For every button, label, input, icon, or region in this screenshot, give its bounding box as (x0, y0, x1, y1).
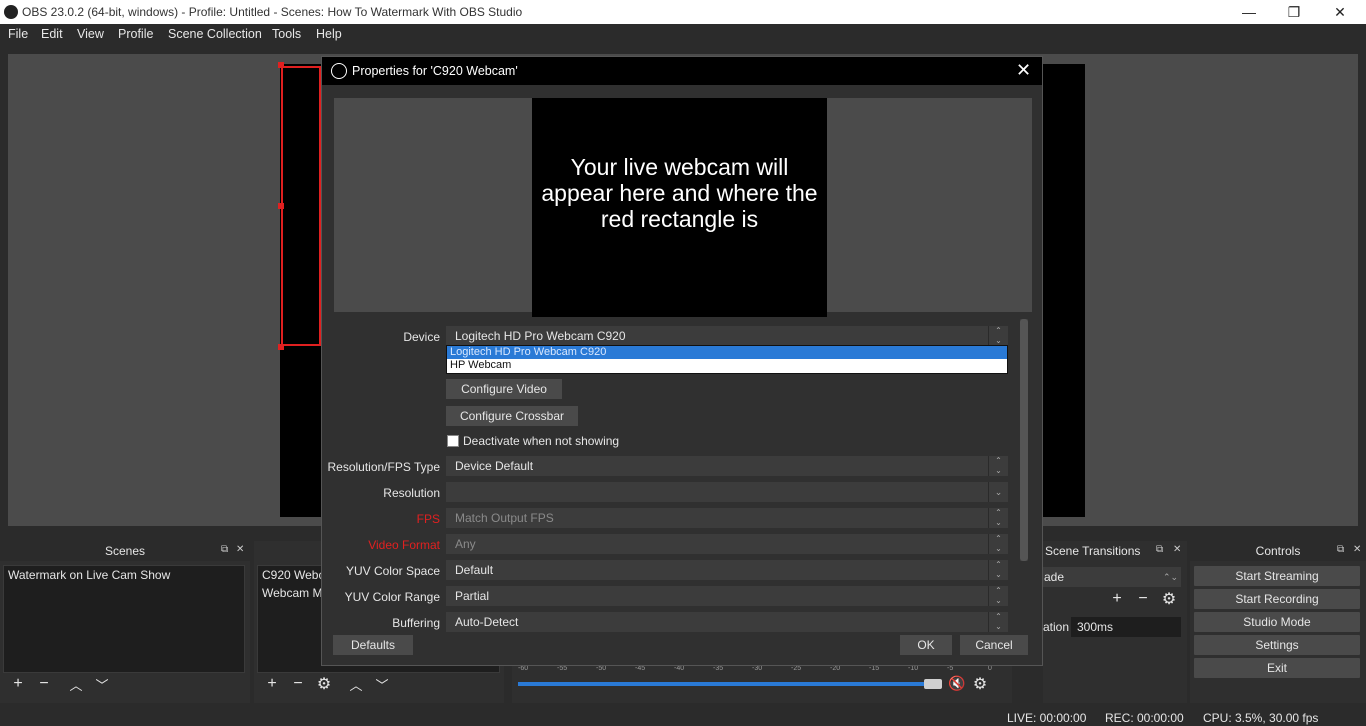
window-title: OBS 23.0.2 (64-bit, windows) - Profile: … (22, 5, 523, 19)
yuv-color-range-label: YUV Color Range (344, 590, 440, 604)
close-button[interactable]: ✕ (1317, 0, 1363, 24)
menu-view[interactable]: View (77, 27, 104, 41)
gear-icon[interactable]: ⚙ (314, 674, 334, 694)
resolution-select[interactable]: ⌄ (446, 482, 1008, 502)
scenes-dock-title: Scenes (0, 541, 250, 561)
cancel-button[interactable]: Cancel (960, 635, 1028, 655)
live-status: LIVE: 00:00:00 (1007, 711, 1087, 725)
settings-button[interactable]: Settings (1194, 635, 1360, 655)
remove-icon[interactable]: − (288, 675, 308, 693)
buffering-select[interactable]: Auto-Detect ⌃ ⌄ (446, 612, 1008, 632)
resize-handle[interactable] (278, 344, 284, 350)
device-select[interactable]: Logitech HD Pro Webcam C920 ⌃ ⌄ (446, 326, 1008, 346)
scenes-list[interactable]: Watermark on Live Cam Show (3, 565, 245, 673)
close-dock-icon[interactable]: ✕ (236, 544, 244, 555)
move-up-icon[interactable]: ︿ (346, 675, 366, 694)
device-label: Device (403, 330, 440, 344)
muted-speaker-icon[interactable]: 🔇 (948, 675, 965, 692)
window-titlebar: OBS 23.0.2 (64-bit, windows) - Profile: … (0, 0, 1366, 24)
duration-input[interactable]: 300ms (1071, 617, 1181, 637)
float-icon[interactable]: ⧉ (1337, 544, 1344, 555)
start-recording-button[interactable]: Start Recording (1194, 589, 1360, 609)
yuv-color-space-label: YUV Color Space (345, 564, 440, 578)
updown-arrow-icon: ⌃ ⌄ (988, 586, 1008, 606)
defaults-button[interactable]: Defaults (333, 635, 413, 655)
chevron-down-icon: ⌄ (988, 482, 1008, 502)
minimize-button[interactable]: — (1226, 0, 1272, 24)
ok-button[interactable]: OK (900, 635, 952, 655)
video-format-label: Video Format (368, 538, 440, 552)
scene-transitions-dock: Scene Transitions ⧉ ✕ ade ⌃⌄ + − ⚙ ation… (1043, 541, 1187, 703)
source-selection-box[interactable] (281, 66, 321, 346)
start-streaming-button[interactable]: Start Streaming (1194, 566, 1360, 586)
scene-transitions-title: Scene Transitions (1045, 544, 1141, 558)
dropdown-option[interactable]: Logitech HD Pro Webcam C920 (447, 346, 1007, 359)
resolution-fps-type-label: Resolution/FPS Type (327, 460, 440, 474)
obs-logo-icon (4, 5, 18, 19)
menu-help[interactable]: Help (316, 27, 342, 41)
updown-arrow-icon: ⌃ ⌄ (988, 326, 1008, 346)
updown-arrow-icon: ⌃ ⌄ (988, 534, 1008, 554)
resize-handle[interactable] (278, 62, 284, 68)
rec-status: REC: 00:00:00 (1105, 711, 1184, 725)
transition-select[interactable]: ade ⌃⌄ (1043, 567, 1181, 587)
remove-icon[interactable]: − (34, 675, 54, 693)
move-down-icon[interactable]: ﹀ (372, 675, 392, 694)
device-dropdown[interactable]: Logitech HD Pro Webcam C920 HP Webcam (446, 345, 1008, 374)
menu-profile[interactable]: Profile (118, 27, 153, 41)
add-icon[interactable]: + (1107, 590, 1127, 608)
add-icon[interactable]: + (8, 675, 28, 693)
updown-arrow-icon: ⌃ ⌄ (988, 508, 1008, 528)
menu-tools[interactable]: Tools (272, 27, 301, 41)
menu-edit[interactable]: Edit (41, 27, 63, 41)
deactivate-checkbox[interactable] (447, 435, 459, 447)
gear-icon[interactable]: ⚙ (1159, 589, 1179, 609)
menu-bar: File Edit View Profile Scene Collection … (0, 24, 1366, 46)
yuv-color-space-select[interactable]: Default ⌃ ⌄ (446, 560, 1008, 580)
scrollbar-thumb[interactable] (1020, 319, 1028, 561)
cpu-status: CPU: 3.5%, 30.00 fps (1203, 711, 1319, 725)
volume-slider[interactable] (518, 682, 928, 686)
float-icon[interactable]: ⧉ (1156, 544, 1163, 555)
yuv-color-range-select[interactable]: Partial ⌃ ⌄ (446, 586, 1008, 606)
scenes-dock: Scenes ⧉ ✕ Watermark on Live Cam Show + … (0, 541, 250, 703)
configure-crossbar-button[interactable]: Configure Crossbar (446, 406, 578, 426)
remove-icon[interactable]: − (1133, 590, 1153, 608)
resize-handle[interactable] (278, 203, 284, 209)
resolution-fps-type-select[interactable]: Device Default ⌃ ⌄ (446, 456, 1008, 476)
exit-button[interactable]: Exit (1194, 658, 1360, 678)
menu-file[interactable]: File (8, 27, 28, 41)
list-item[interactable]: Watermark on Live Cam Show (4, 566, 244, 584)
float-icon[interactable]: ⧉ (221, 544, 228, 555)
buffering-label: Buffering (392, 616, 440, 630)
studio-mode-button[interactable]: Studio Mode (1194, 612, 1360, 632)
deactivate-label: Deactivate when not showing (463, 434, 620, 448)
properties-form: Device Logitech HD Pro Webcam C920 ⌃ ⌄ Lo… (322, 57, 1042, 667)
properties-dialog: Properties for 'C920 Webcam' ✕ Your live… (321, 56, 1043, 666)
updown-arrow-icon: ⌃ ⌄ (988, 612, 1008, 632)
configure-video-button[interactable]: Configure Video (446, 379, 562, 399)
properties-scrollbar[interactable] (1020, 319, 1028, 561)
restore-button[interactable]: ❐ (1271, 0, 1317, 24)
move-up-icon[interactable]: ︿ (66, 675, 86, 694)
menu-scene-collection[interactable]: Scene Collection (168, 27, 262, 41)
dropdown-option[interactable]: HP Webcam (447, 359, 1007, 372)
fps-select[interactable]: Match Output FPS ⌃ ⌄ (446, 508, 1008, 528)
close-dock-icon[interactable]: ✕ (1353, 544, 1361, 555)
add-icon[interactable]: + (262, 675, 282, 693)
gear-icon[interactable]: ⚙ (970, 674, 990, 694)
resolution-label: Resolution (383, 486, 440, 500)
close-dock-icon[interactable]: ✕ (1173, 544, 1181, 555)
updown-arrow-icon: ⌃ ⌄ (988, 456, 1008, 476)
updown-arrow-icon: ⌃ ⌄ (988, 560, 1008, 580)
volume-slider-handle[interactable] (924, 679, 942, 689)
controls-dock: Controls ⧉ ✕ Start Streaming Start Recor… (1190, 541, 1366, 703)
video-format-select[interactable]: Any ⌃ ⌄ (446, 534, 1008, 554)
duration-label: ation (1043, 620, 1070, 634)
fps-label: FPS (416, 512, 440, 526)
move-down-icon[interactable]: ﹀ (92, 675, 112, 694)
